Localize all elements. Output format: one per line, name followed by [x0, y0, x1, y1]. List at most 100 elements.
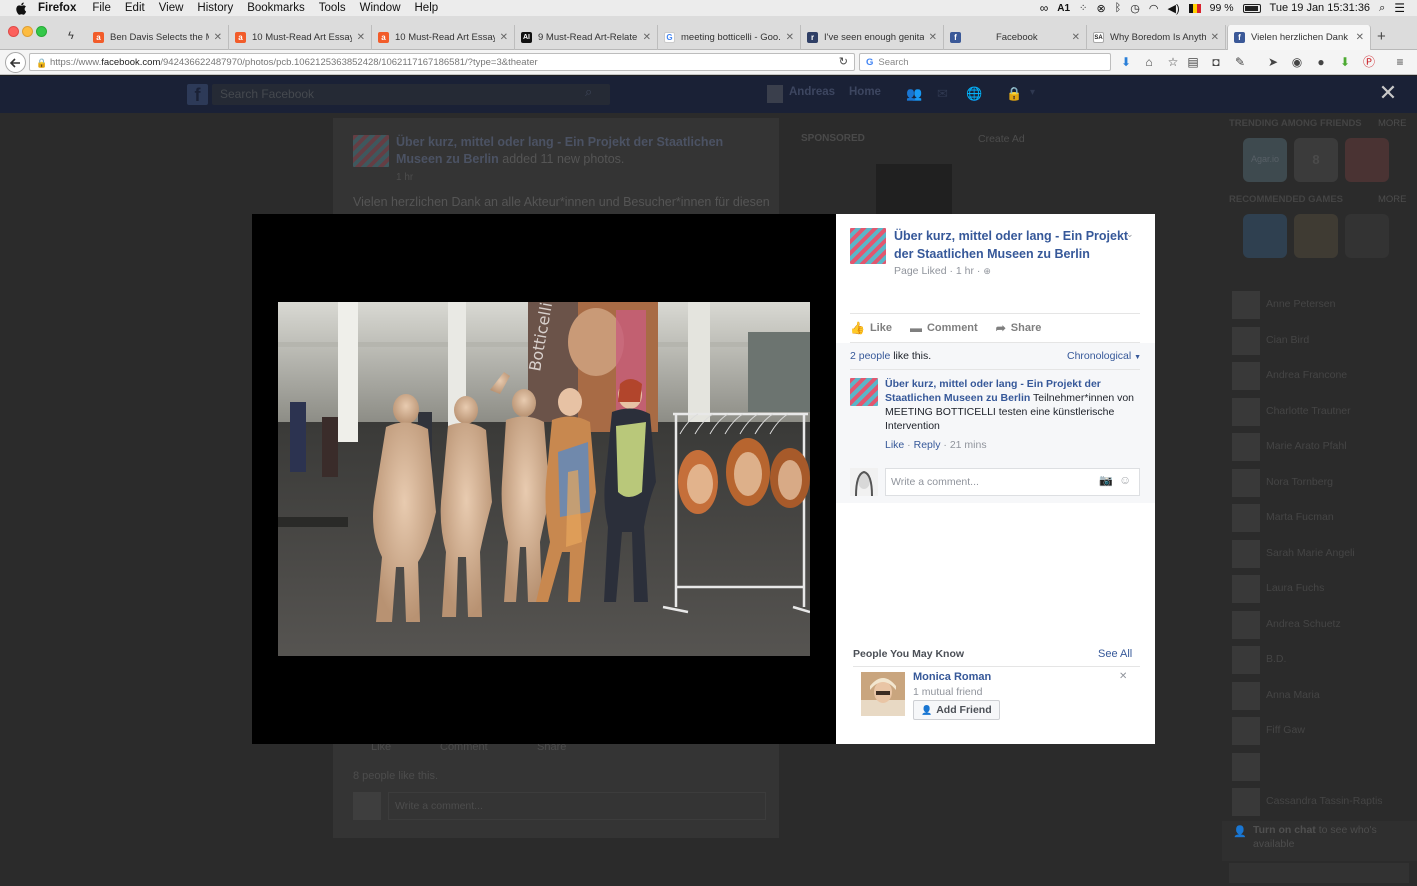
close-theater-icon[interactable]: ✕ — [1378, 82, 1398, 104]
notifications-icon[interactable]: 🌐 — [966, 86, 982, 102]
close-tab-icon[interactable]: ✕ — [929, 32, 937, 43]
pinterest-icon[interactable]: Ⓟ — [1362, 55, 1376, 69]
chat-contact-avatar[interactable] — [1232, 610, 1260, 639]
chat-contact-name[interactable]: Andrea Francone — [1266, 369, 1347, 381]
chat-bubble-icon[interactable]: ● — [1314, 55, 1328, 69]
friend-requests-icon[interactable]: 👥 — [906, 86, 922, 102]
ghostery-icon[interactable]: ◉ — [1290, 55, 1304, 69]
search-engine-icon[interactable]: G — [866, 57, 873, 68]
pymk-name[interactable]: Monica Roman — [913, 671, 991, 683]
chat-contact-avatar[interactable] — [1232, 752, 1260, 781]
apple-menu-icon[interactable] — [14, 1, 28, 15]
tab[interactable]: r I've seen enough genita... ✕ — [801, 25, 944, 50]
creative-cloud-icon[interactable]: ∞ — [1040, 1, 1049, 15]
menu-history[interactable]: History — [197, 2, 233, 14]
back-button[interactable] — [5, 52, 26, 73]
comment-author-avatar[interactable] — [850, 378, 878, 406]
flag-icon[interactable] — [1188, 3, 1201, 13]
chat-contact-name[interactable]: Fiff Gaw — [1266, 724, 1305, 736]
chat-contact-name[interactable]: Marie Arato Pfahl — [1266, 440, 1347, 452]
tab[interactable]: AI 9 Must-Read Art-Relate... ✕ — [515, 25, 658, 50]
menu-window[interactable]: Window — [360, 2, 401, 14]
menu-app-name[interactable]: Firefox — [38, 2, 76, 14]
menu-file[interactable]: File — [92, 2, 111, 14]
page-name-link[interactable]: Über kurz, mittel oder lang - Ein Projek… — [894, 227, 1134, 263]
menu-bookmarks[interactable]: Bookmarks — [247, 2, 305, 14]
game-tile-4[interactable] — [1243, 214, 1287, 258]
recommended-more[interactable]: MORE — [1378, 194, 1407, 205]
sync-icon[interactable]: ⊗ — [1096, 2, 1105, 15]
close-tab-icon[interactable]: ✕ — [1211, 32, 1219, 43]
reading-list-icon[interactable]: ▤ — [1186, 55, 1200, 69]
messages-icon[interactable]: ✉ — [937, 86, 948, 102]
background-comment-input[interactable]: Write a comment... — [388, 792, 766, 820]
zoom-window-button[interactable] — [36, 26, 47, 37]
chat-contact-name[interactable]: Andrea Schuetz — [1266, 618, 1341, 630]
account-menu-icon[interactable]: ▾ — [1030, 87, 1035, 98]
chat-contact-name[interactable]: Sarah Marie Angeli — [1266, 547, 1355, 559]
tab-active[interactable]: f Vielen herzlichen Dank ... ✕ — [1227, 25, 1371, 50]
input-source-icon[interactable]: A1 — [1057, 3, 1070, 14]
search-bar[interactable]: G Search — [859, 53, 1111, 71]
close-window-button[interactable] — [8, 26, 19, 37]
bluetooth-icon[interactable]: ᛒ — [1115, 2, 1122, 14]
chat-contact-avatar[interactable] — [1232, 717, 1260, 745]
menu-help[interactable]: Help — [415, 2, 439, 14]
wifi-icon[interactable]: ◠ — [1149, 2, 1159, 15]
hamburger-menu-icon[interactable]: ≡ — [1393, 55, 1407, 69]
grid-icon[interactable]: ⁘ — [1079, 3, 1087, 14]
comment-reply-link[interactable]: Reply — [914, 439, 941, 451]
close-tab-icon[interactable]: ✕ — [786, 32, 794, 43]
chat-bar-text[interactable]: Turn on chat to see who's available — [1253, 823, 1408, 851]
chat-contact-name[interactable]: Marta Fucman — [1266, 511, 1334, 523]
chat-contact-name[interactable]: Cian Bird — [1266, 334, 1309, 346]
game-tile-5[interactable] — [1294, 214, 1338, 258]
user-avatar[interactable] — [767, 85, 783, 103]
menu-tools[interactable]: Tools — [319, 2, 346, 14]
close-tab-icon[interactable]: ✕ — [1356, 32, 1364, 43]
post-options-chevron-icon[interactable]: ⌄ — [1126, 229, 1134, 240]
chat-contact-avatar[interactable] — [1232, 291, 1260, 319]
facebook-search-icon[interactable]: ⌕ — [585, 84, 592, 100]
page-avatar[interactable] — [850, 228, 886, 264]
close-tab-icon[interactable]: ✕ — [357, 32, 365, 43]
close-tab-icon[interactable]: ✕ — [1072, 32, 1080, 43]
trending-more[interactable]: MORE — [1378, 118, 1407, 129]
chat-contact-avatar[interactable] — [1232, 362, 1260, 390]
eyedropper-icon[interactable]: ✎ — [1233, 55, 1247, 69]
pymk-see-all-link[interactable]: See All — [1098, 648, 1132, 660]
create-ad-link[interactable]: Create Ad — [978, 133, 1025, 145]
chat-search-input[interactable] — [1229, 863, 1409, 883]
game-tile-3[interactable] — [1345, 138, 1389, 182]
chat-contact-name[interactable]: Charlotte Trautner — [1266, 405, 1351, 417]
chat-contact-name[interactable]: Nora Tornberg — [1266, 476, 1333, 488]
bookmark-star-icon[interactable]: ☆ — [1166, 55, 1180, 69]
chat-contact-avatar[interactable] — [1232, 788, 1260, 816]
chat-contact-avatar[interactable] — [1232, 326, 1260, 355]
add-friend-button[interactable]: 👤 Add Friend — [913, 700, 1000, 720]
chat-contact-name[interactable]: B.D. — [1266, 653, 1286, 665]
tab[interactable]: G meeting botticelli - Goo... ✕ — [658, 25, 801, 50]
game-tile-pool[interactable]: 8 — [1294, 138, 1338, 182]
chat-contact-avatar[interactable] — [1232, 681, 1260, 710]
pymk-dismiss-icon[interactable]: ✕ — [1119, 671, 1127, 682]
tab[interactable]: f Facebook ✕ — [944, 25, 1087, 50]
chat-contact-name[interactable]: Anna Maria — [1266, 689, 1320, 701]
chat-contact-name[interactable]: Anne Petersen — [1266, 298, 1335, 310]
spotlight-icon[interactable]: ⌕ — [1379, 2, 1385, 15]
camera-icon[interactable]: 📷 — [1099, 474, 1113, 487]
close-tab-icon[interactable]: ✕ — [643, 32, 651, 43]
chat-contact-name[interactable]: Cassandra Tassin-Raptis — [1266, 795, 1383, 807]
menu-view[interactable]: View — [159, 2, 184, 14]
pymk-mutual[interactable]: 1 mutual friend — [913, 686, 982, 698]
tab[interactable]: a 10 Must-Read Art Essay... ✕ — [372, 25, 515, 50]
chat-contact-avatar[interactable] — [1232, 504, 1260, 532]
new-tab-button[interactable]: + — [1377, 28, 1386, 45]
chat-contact-avatar[interactable] — [1232, 468, 1260, 497]
download-helper-icon[interactable]: ⬇ — [1338, 55, 1352, 69]
like-button[interactable]: 👍 Like — [850, 321, 892, 335]
url-bar[interactable]: 🔒 https://www. facebook.com/9424366224879… — [29, 53, 855, 71]
battery-icon[interactable] — [1242, 3, 1261, 13]
privacy-icon[interactable]: 🔒 — [1006, 86, 1022, 102]
pinned-tab-bolt-icon[interactable]: ϟ — [68, 30, 74, 42]
